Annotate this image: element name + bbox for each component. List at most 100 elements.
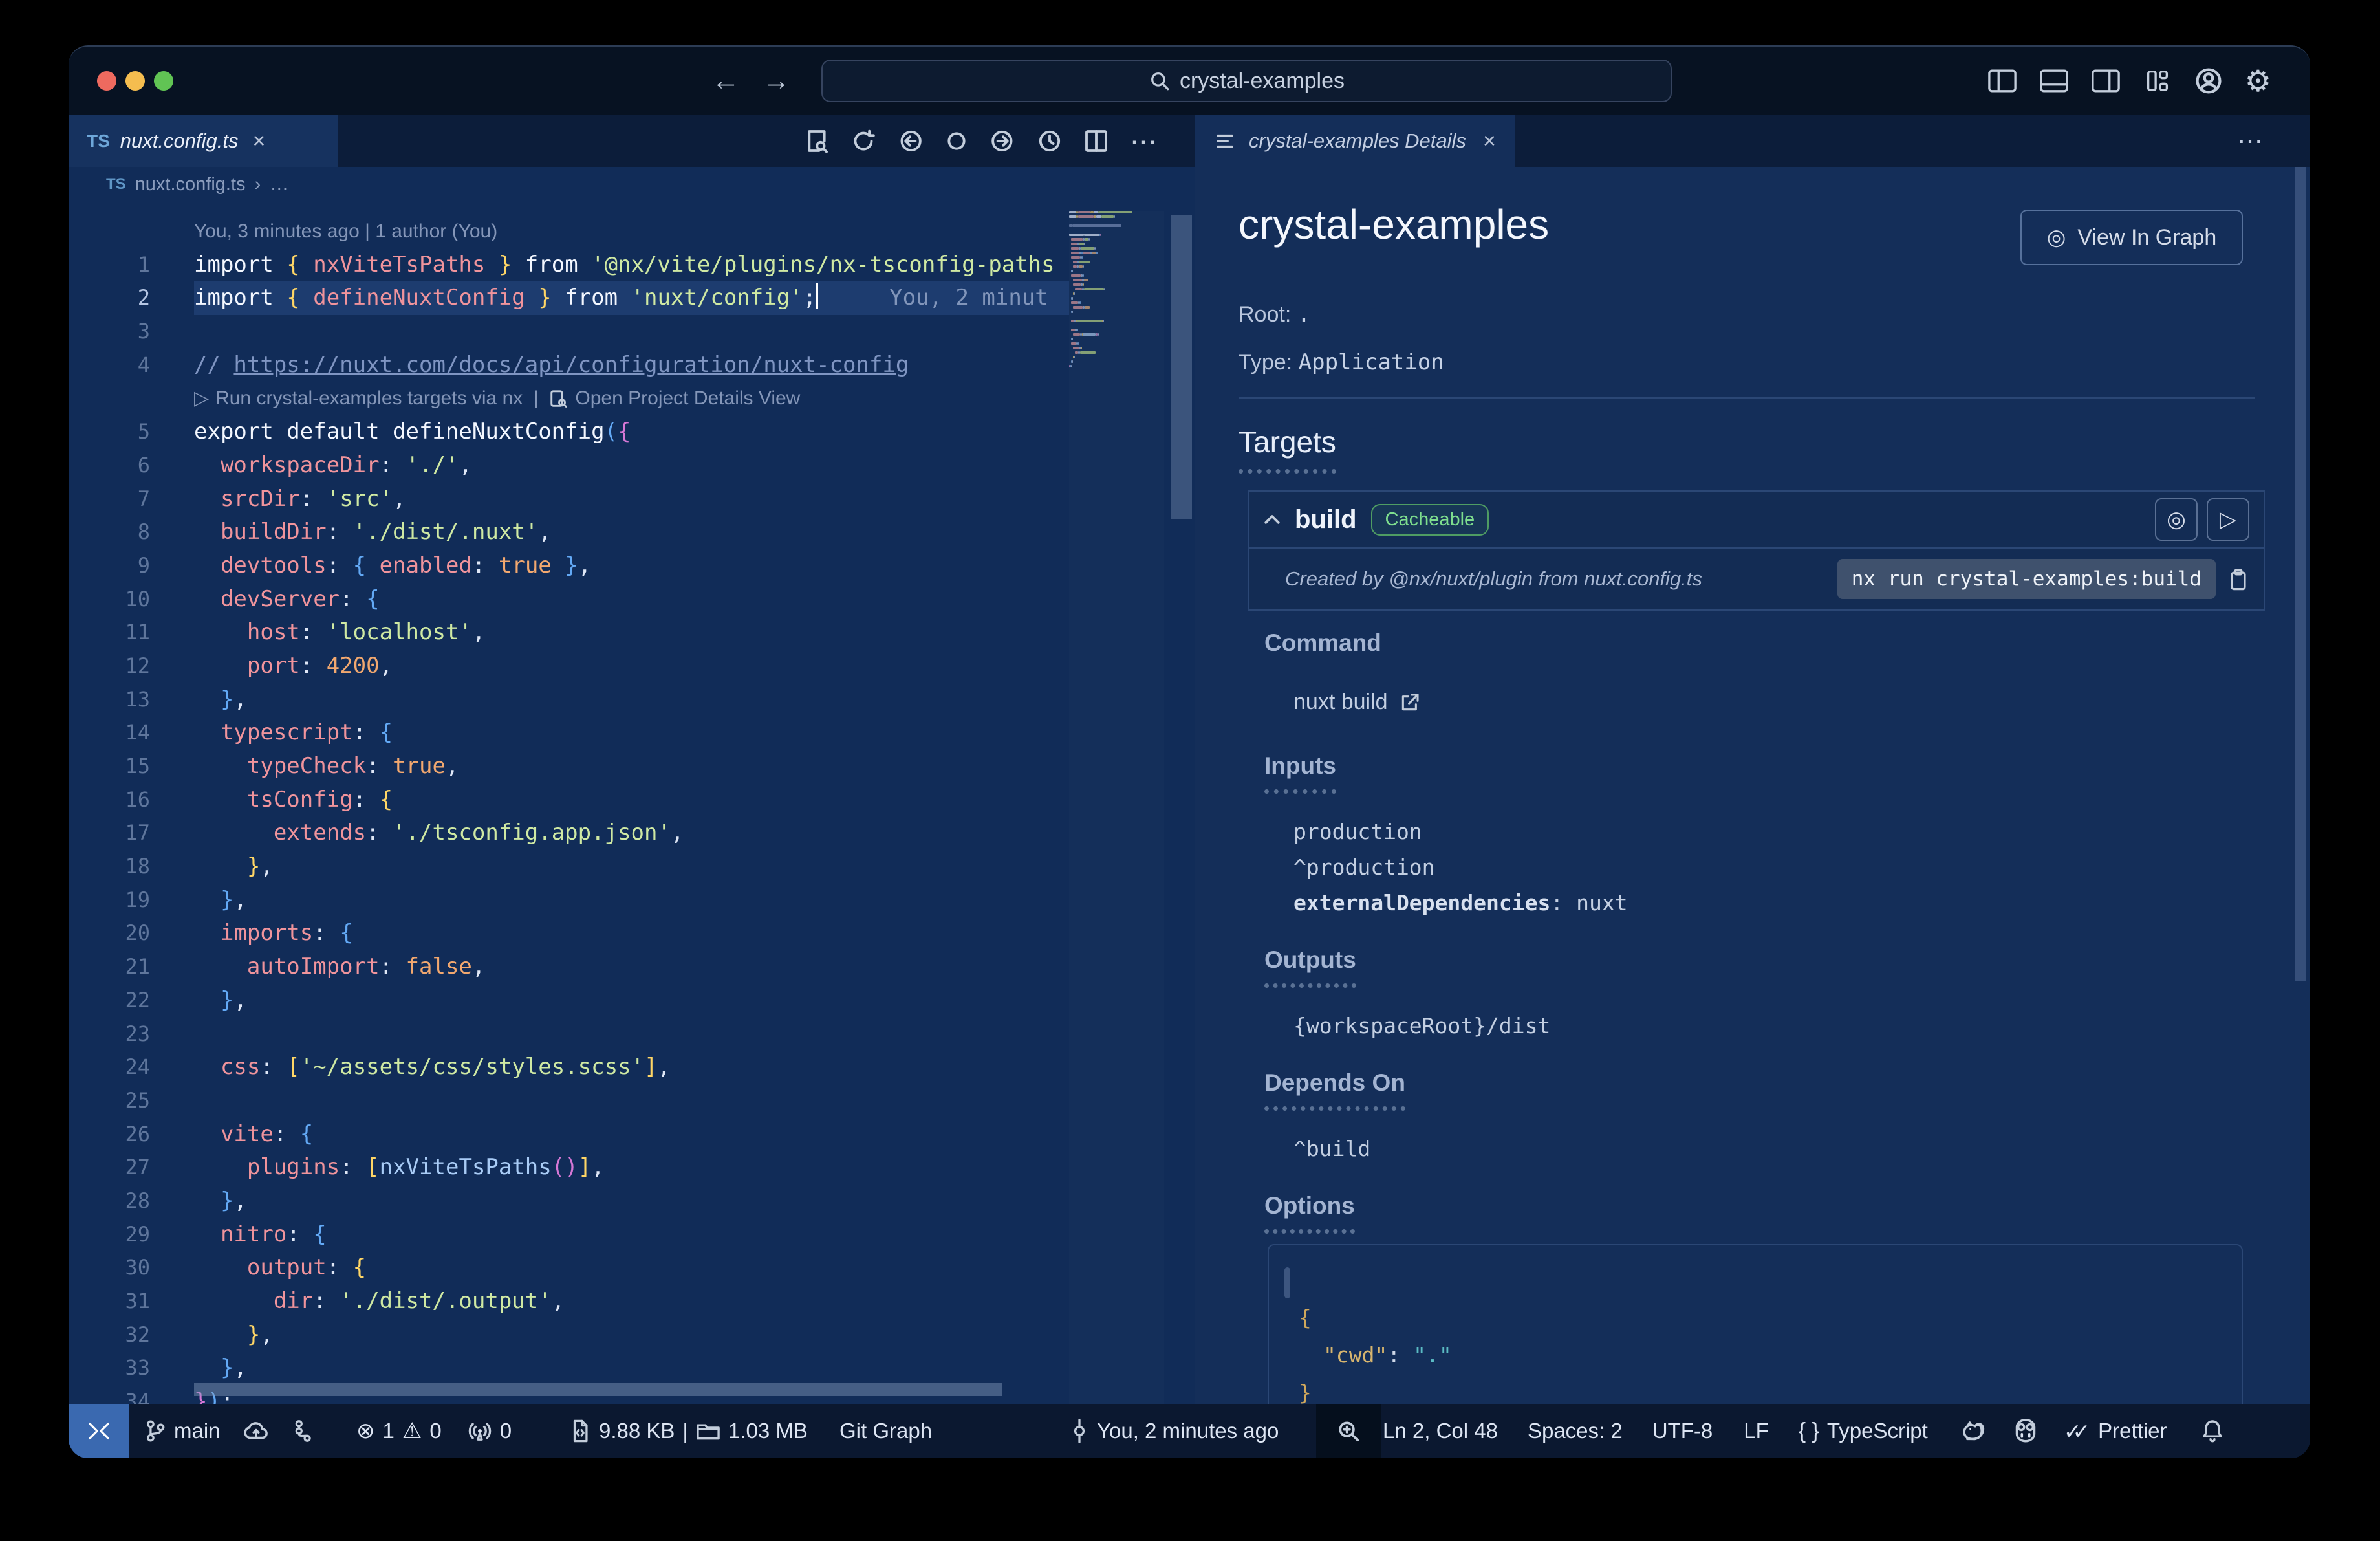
close-window-button[interactable]	[97, 71, 116, 91]
panel-more-actions-icon[interactable]: ⋯	[2237, 115, 2265, 167]
zoom-window-button[interactable]	[154, 71, 173, 91]
encoding-item[interactable]: UTF-8	[1652, 1419, 1713, 1443]
inline-blame[interactable]: You, 3 minutes ago | 1 author (You)	[69, 215, 1069, 248]
code-line[interactable]: 30 output: {	[69, 1251, 1069, 1285]
copy-command-icon[interactable]	[2227, 567, 2249, 591]
code-line[interactable]: 21 autoImport: false,	[69, 950, 1069, 984]
indentation-item[interactable]: Spaces: 2	[1528, 1419, 1623, 1443]
target-build-header[interactable]: build Cacheable ◎ ▷	[1250, 492, 2264, 547]
layout-sidebar-left-icon[interactable]	[1987, 68, 2017, 94]
change-circle-icon[interactable]	[944, 128, 969, 154]
breadcrumb-more[interactable]: …	[270, 174, 288, 195]
code-line[interactable]: 26 vite: {	[69, 1118, 1069, 1152]
code-line[interactable]: 29 nitro: {	[69, 1218, 1069, 1252]
timeline-history-icon[interactable]	[1037, 128, 1063, 154]
code-line[interactable]: 18 },	[69, 850, 1069, 884]
minimize-window-button[interactable]	[125, 71, 145, 91]
code-line[interactable]: 24 css: ['~/assets/css/styles.scss'],	[69, 1051, 1069, 1084]
publish-cloud-icon[interactable]	[243, 1419, 270, 1443]
code-line[interactable]: 2 import { defineNuxtConfig } from 'nuxt/…	[69, 281, 1069, 316]
refresh-icon[interactable]	[850, 128, 876, 154]
code-lines[interactable]: You, 3 minutes ago | 1 author (You) 1 impo…	[69, 215, 1069, 1404]
code-line[interactable]: 4// https://nuxt.com/docs/api/configurat…	[69, 349, 1069, 382]
more-actions-icon[interactable]: ⋯	[1130, 126, 1157, 157]
options-json-viewer[interactable]: { "cwd": "." }	[1268, 1244, 2243, 1404]
code-line[interactable]: 8 buildDir: './dist/.nuxt',	[69, 516, 1069, 549]
codelens[interactable]: ▷ Run crystal-examples targets via nx | O…	[69, 382, 1069, 415]
settings-gear-icon[interactable]: ⚙	[2245, 63, 2271, 98]
code-line[interactable]: 11 host: 'localhost',	[69, 616, 1069, 650]
code-line[interactable]: 31 dir: './dist/.output',	[69, 1285, 1069, 1318]
codelens-open-details[interactable]: Open Project Details View	[575, 388, 800, 409]
broadcast-item[interactable]: 0	[468, 1419, 512, 1443]
code-line[interactable]: 6 workspaceDir: './',	[69, 449, 1069, 483]
code-line[interactable]: 32 },	[69, 1318, 1069, 1352]
split-editor-icon[interactable]	[1083, 128, 1109, 154]
code-editor[interactable]: You, 3 minutes ago | 1 author (You) 1 impo…	[69, 202, 1195, 1404]
notifications-bell-icon[interactable]	[2201, 1418, 2224, 1444]
code-line[interactable]: 27 plugins: [nxViteTsPaths()],	[69, 1151, 1069, 1185]
cursor-position-item[interactable]: Ln 2, Col 48	[1383, 1419, 1498, 1443]
layout-grid-icon[interactable]	[2143, 68, 2172, 94]
breadcrumb[interactable]: TS nuxt.config.ts › …	[69, 167, 1195, 202]
codelens-run-targets[interactable]: Run crystal-examples targets via nx	[215, 388, 523, 409]
code-line[interactable]: 17 extends: './tsconfig.app.json',	[69, 816, 1069, 850]
code-line[interactable]: 12 port: 4200,	[69, 650, 1069, 683]
prev-change-icon[interactable]	[897, 128, 923, 154]
account-icon[interactable]	[2194, 67, 2223, 95]
git-graph-item[interactable]: Git Graph	[839, 1419, 932, 1443]
code-line[interactable]: 25	[69, 1084, 1069, 1118]
code-line[interactable]: 10 devServer: {	[69, 583, 1069, 617]
remote-indicator[interactable]	[69, 1404, 129, 1458]
tab-project-details[interactable]: crystal-examples Details ×	[1195, 115, 1515, 167]
code-line[interactable]: 20 imports: {	[69, 917, 1069, 950]
code-line[interactable]: 9 devtools: { enabled: true },	[69, 549, 1069, 583]
file-size-item[interactable]: 9.88 KB | 1.03 MB	[569, 1419, 808, 1443]
breadcrumb-file[interactable]: nuxt.config.ts	[135, 174, 246, 195]
code-line[interactable]: 28 },	[69, 1185, 1069, 1218]
command-center-search[interactable]: crystal-examples	[821, 60, 1672, 102]
code-line[interactable]: 22 },	[69, 984, 1069, 1018]
code-line[interactable]: 5 export default defineNuxtConfig({	[69, 415, 1069, 449]
code-line[interactable]: 16 tsConfig: {	[69, 783, 1069, 817]
git-graph-branch-icon[interactable]	[292, 1419, 314, 1443]
code-line[interactable]: 19 },	[69, 884, 1069, 917]
close-tab-icon[interactable]: ×	[252, 129, 265, 154]
copilot-robot-icon[interactable]	[2012, 1419, 2039, 1443]
run-target-button[interactable]: ▷	[2207, 498, 2249, 541]
run-command-chip[interactable]: nx run crystal-examples:build	[1837, 559, 2216, 599]
language-mode-item[interactable]: { } TypeScript	[1799, 1419, 1928, 1444]
layout-panel-icon[interactable]	[2039, 68, 2069, 94]
code-line[interactable]: 13 },	[69, 683, 1069, 717]
panel-scrollbar[interactable]	[2295, 167, 2306, 981]
code-line[interactable]: 15 typeCheck: true,	[69, 750, 1069, 783]
zoom-indicator[interactable]	[1316, 1404, 1381, 1458]
run-targets-icon[interactable]: ▷	[194, 388, 209, 409]
code-line[interactable]: 1 import { nxViteTsPaths } from '@nx/vite…	[69, 248, 1069, 282]
minimap[interactable]	[1069, 211, 1164, 1404]
code-line[interactable]: 14 typescript: {	[69, 716, 1069, 750]
code-line[interactable]: 3	[69, 315, 1069, 349]
file-search-icon[interactable]	[804, 128, 830, 154]
eol-item[interactable]: LF	[1744, 1419, 1769, 1443]
view-target-in-graph-button[interactable]: ◎	[2155, 498, 2198, 541]
collapse-chevron-icon[interactable]	[1264, 513, 1281, 526]
editor-vertical-scrollbar[interactable]	[1168, 202, 1195, 1404]
close-panel-tab-icon[interactable]: ×	[1483, 129, 1496, 154]
squirrel-extension-icon[interactable]	[1960, 1418, 1986, 1444]
git-branch-item[interactable]: main	[144, 1419, 221, 1443]
code-line[interactable]: 7 srcDir: 'src',	[69, 483, 1069, 516]
command-value[interactable]: nuxt build	[1293, 690, 1420, 715]
next-change-icon[interactable]	[990, 128, 1016, 154]
code-line[interactable]: 23	[69, 1018, 1069, 1051]
code-line[interactable]: 33 },	[69, 1351, 1069, 1385]
blame-item[interactable]: You, 2 minutes ago	[1070, 1418, 1279, 1444]
layout-sidebar-right-icon[interactable]	[2091, 68, 2121, 94]
prettier-item[interactable]: ✓✓ Prettier	[2064, 1419, 2167, 1444]
tab-nuxt-config[interactable]: TS nuxt.config.ts ×	[69, 115, 338, 167]
view-in-graph-button[interactable]: ◎ View In Graph	[2020, 210, 2243, 265]
forward-button[interactable]: →	[762, 47, 790, 115]
editor-horizontal-scrollbar[interactable]	[194, 1383, 1002, 1396]
problems-item[interactable]: ⊗ 1 ⚠ 0	[356, 1418, 442, 1444]
back-button[interactable]: ←	[711, 47, 740, 115]
